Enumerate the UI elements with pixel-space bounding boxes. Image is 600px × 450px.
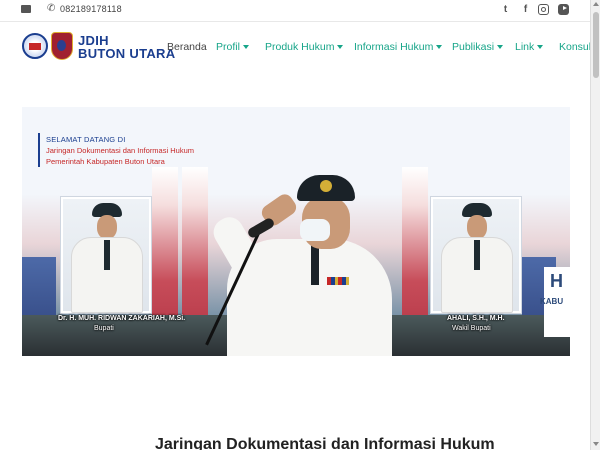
regency-emblem-logo[interactable]: [51, 32, 73, 60]
uniform: [441, 237, 513, 313]
nav-produk-hukum-label: Produk Hukum: [265, 41, 335, 53]
nav-publikasi-label: Publikasi: [452, 41, 495, 53]
scroll-thumb[interactable]: [593, 12, 599, 78]
face: [467, 215, 487, 239]
chevron-down-icon: [242, 45, 249, 50]
face-mask: [300, 219, 330, 241]
bupati-role: Bupati: [94, 325, 114, 332]
wakil-bupati-name: AHALI, S.H., M.H.: [447, 315, 505, 322]
page-scrollbar[interactable]: [590, 0, 600, 450]
bupati-photo: [60, 196, 152, 314]
main-figure-uniform: [227, 239, 392, 356]
event-banner-letter: H: [550, 271, 563, 291]
main-figure-tie: [311, 245, 319, 285]
chevron-down-icon: [337, 45, 344, 50]
nav-beranda-label: Beranda: [167, 41, 207, 53]
main-navbar: JDIH BUTON UTARA Beranda Profil Produk H…: [0, 23, 594, 73]
welcome-subtitle-2: Pemerintah Kabupaten Buton Utara: [46, 157, 165, 166]
chevron-down-icon: [537, 45, 544, 50]
chevron-down-icon: [497, 45, 504, 50]
bupati-name: Dr. H. MUH. RIDWAN ZAKARIAH, M.Si.: [58, 315, 186, 322]
nav-konsultasi-label: Konsult: [559, 41, 595, 53]
wakil-bupati-photo: [430, 196, 522, 314]
youtube-icon[interactable]: [558, 4, 569, 15]
chevron-down-icon: [436, 45, 443, 50]
section-heading: Jaringan Dokumentasi dan Informasi Hukum: [155, 436, 495, 450]
bupati-portrait: [71, 203, 143, 313]
nav-profil-label: Profil: [216, 41, 240, 53]
nav-publikasi[interactable]: Publikasi: [452, 41, 504, 53]
top-contact-bar: ✆ 082189178118 t f: [0, 0, 590, 22]
hero-banner: SELAMAT DATANG DI Jaringan Dokumentasi d…: [22, 107, 570, 356]
facebook-icon[interactable]: f: [520, 4, 531, 15]
cap-badge-icon: [320, 180, 332, 192]
phone-icon: ✆: [47, 3, 56, 14]
welcome-subtitle: Jaringan Dokumentasi dan Informasi Hukum: [46, 146, 194, 155]
welcome-accent-bar: [38, 133, 40, 167]
twitter-icon[interactable]: t: [500, 4, 511, 15]
instagram-icon[interactable]: [538, 4, 549, 15]
mail-icon[interactable]: [21, 5, 31, 13]
phone-number[interactable]: 082189178118: [60, 4, 122, 14]
nav-konsultasi[interactable]: Konsult: [559, 41, 594, 53]
nav-beranda[interactable]: Beranda: [167, 41, 207, 53]
nav-profil[interactable]: Profil: [216, 41, 249, 53]
nav-link[interactable]: Link: [515, 41, 544, 53]
nav-informasi-hukum[interactable]: Informasi Hukum: [354, 41, 443, 53]
welcome-heading: SELAMAT DATANG DI: [46, 135, 126, 144]
wakil-bupati-role: Wakil Bupati: [452, 325, 491, 332]
microphone-icon: [246, 216, 276, 240]
wakil-bupati-portrait: [441, 203, 513, 313]
nav-informasi-hukum-label: Informasi Hukum: [354, 41, 434, 53]
nav-link-label: Link: [515, 41, 535, 53]
jdih-logo[interactable]: [22, 33, 48, 59]
scroll-up-icon[interactable]: [593, 2, 599, 6]
face: [97, 215, 117, 239]
brand-subtitle[interactable]: BUTON UTARA: [78, 46, 175, 61]
medal-ribbons: [327, 277, 349, 285]
scroll-down-icon[interactable]: [593, 442, 599, 446]
event-banner-text: KABU: [540, 297, 564, 306]
uniform: [71, 237, 143, 313]
nav-produk-hukum[interactable]: Produk Hukum: [265, 41, 344, 53]
